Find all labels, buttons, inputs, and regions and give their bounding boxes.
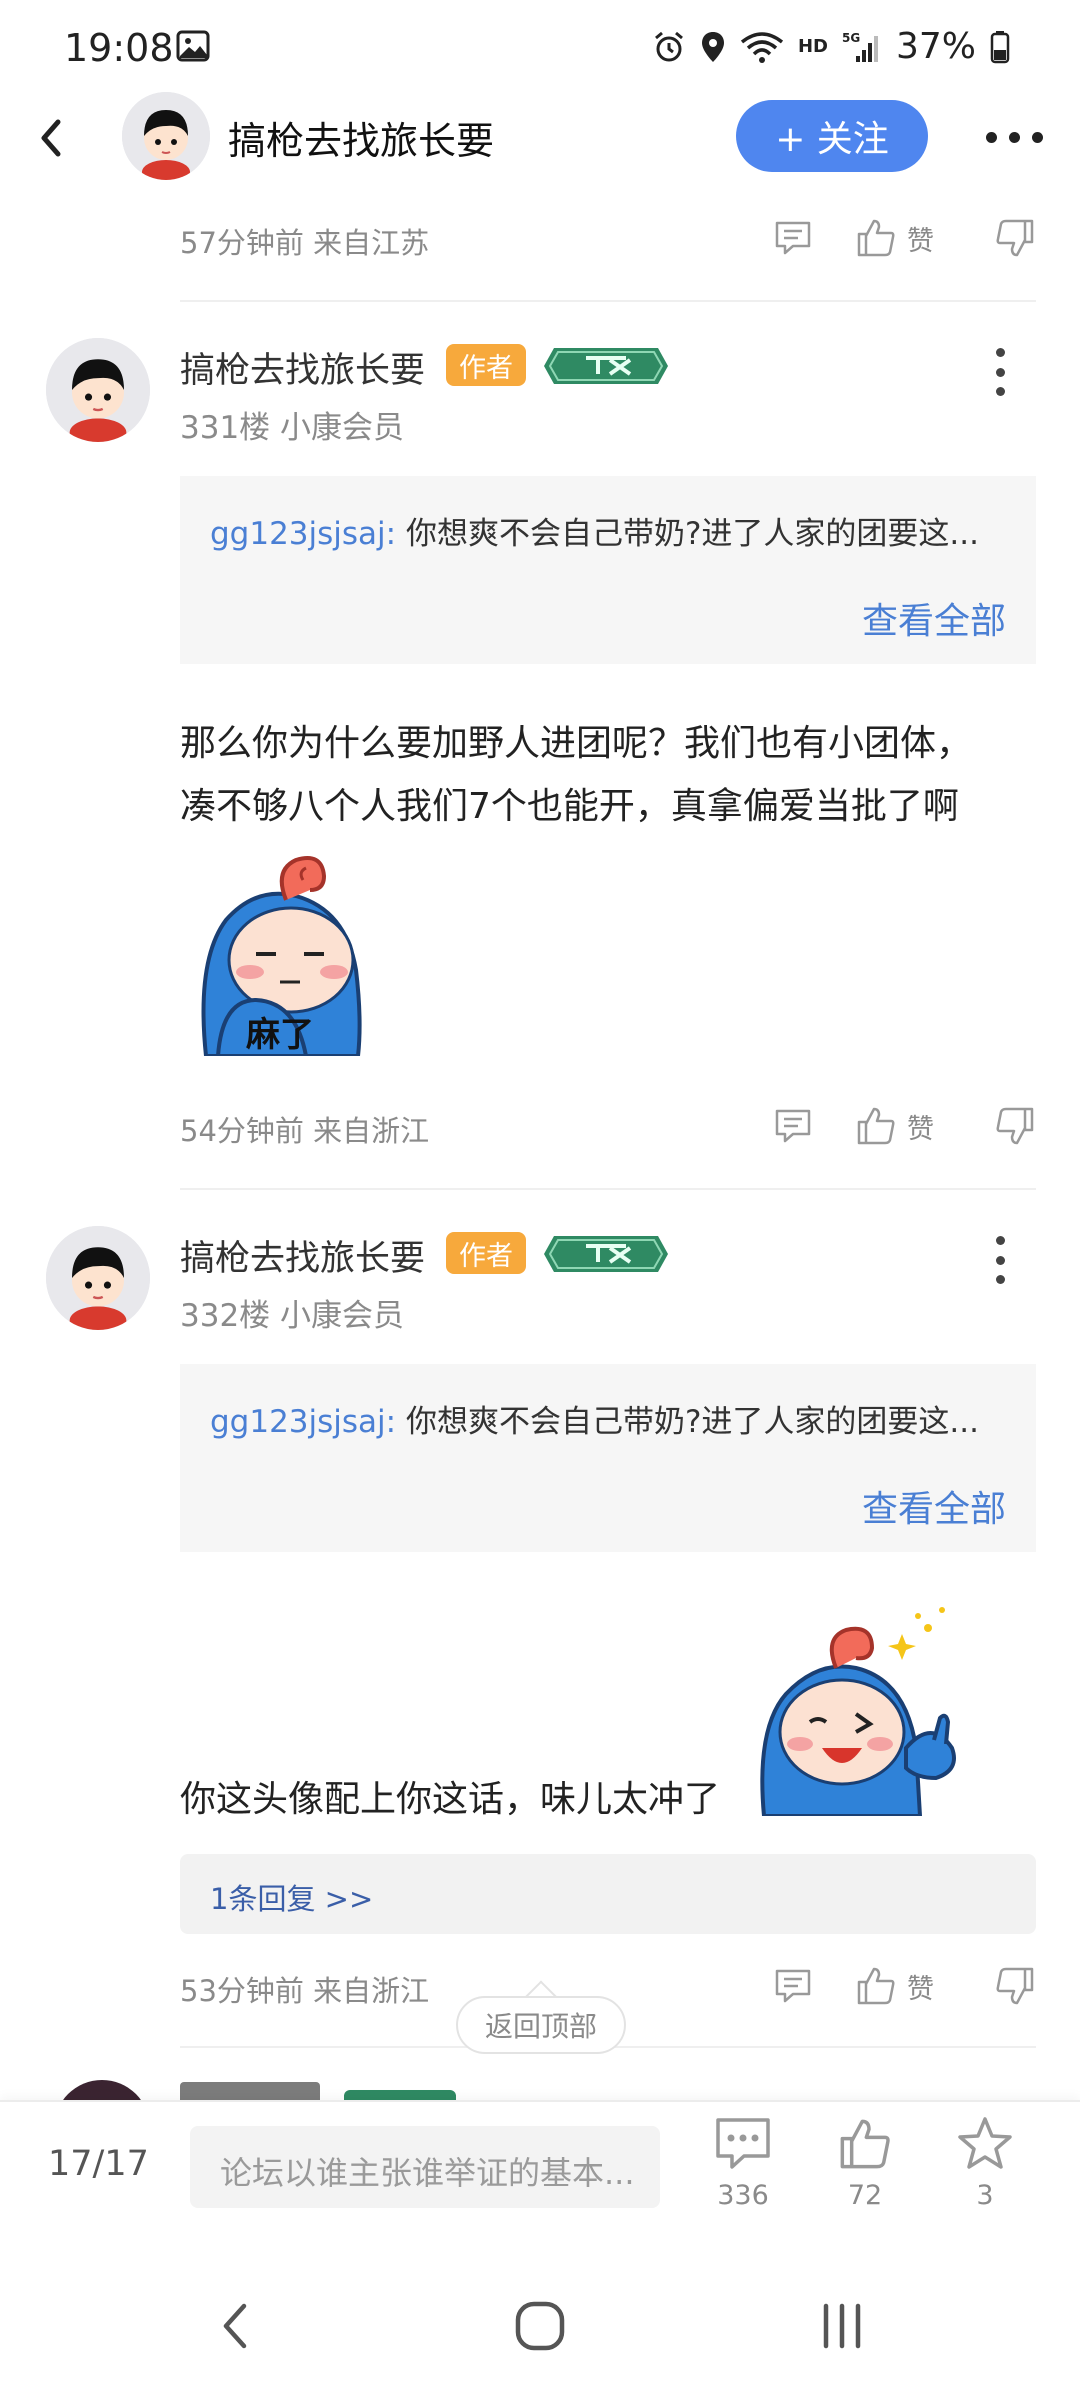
- user-avatar[interactable]: [46, 1226, 150, 1330]
- post-divider: [180, 1188, 1036, 1190]
- status-time: 19:08: [64, 26, 174, 70]
- comment-icon: [775, 1109, 811, 1143]
- reply-button[interactable]: [773, 1966, 813, 2006]
- comment-icon: [775, 1969, 811, 2003]
- kebab-icon[interactable]: [988, 344, 1012, 400]
- floor-info: 332楼 小康会员: [180, 1298, 405, 1334]
- post-time-location: 54分钟前 来自浙江: [180, 1114, 430, 1148]
- floor-info: 331楼 小康会员: [180, 410, 405, 446]
- top-nav: 搞枪去找旅长要 + 关注: [0, 92, 1080, 180]
- system-home-icon[interactable]: [508, 2294, 572, 2358]
- star-icon: [958, 2117, 1012, 2169]
- view-all-link[interactable]: 查看全部: [862, 1480, 1006, 1532]
- nav-avatar[interactable]: [122, 92, 210, 180]
- reply-button[interactable]: [773, 1106, 813, 1146]
- quote-line: gg123jsjsaj: 你想爽不会自己带奶?进了人家的团要这...: [210, 1396, 1010, 1441]
- post-meta-row: 54分钟前 来自浙江 赞: [180, 1096, 1036, 1156]
- level-badge-icon: [544, 1236, 668, 1272]
- dislike-button[interactable]: [994, 217, 1036, 259]
- svg-text:5G: 5G: [842, 31, 860, 45]
- quote-box[interactable]: gg123jsjsaj: 你想爽不会自己带奶?进了人家的团要这... 查看全部: [180, 1364, 1036, 1552]
- like-button[interactable]: 赞: [855, 1965, 934, 2007]
- user-avatar[interactable]: [46, 338, 150, 442]
- quote-username[interactable]: gg123jsjsaj:: [210, 516, 396, 552]
- dislike-button[interactable]: [994, 1105, 1036, 1147]
- thumbs-down-icon: [996, 1107, 1034, 1145]
- comment-icon: [716, 2118, 770, 2169]
- follow-button[interactable]: + 关注: [736, 100, 928, 172]
- post-divider: [180, 300, 1036, 302]
- page-indicator[interactable]: 17/17: [48, 2144, 149, 2184]
- battery-icon: [990, 30, 1010, 63]
- comments-button[interactable]: 336: [698, 2116, 788, 2236]
- like-label: 赞: [907, 225, 934, 257]
- status-icons: HD 5G 37%: [652, 26, 1010, 67]
- quote-text: 你想爽不会自己带奶?进了人家的团要这...: [396, 1404, 979, 1440]
- favorite-button[interactable]: 3: [940, 2116, 1030, 2236]
- comment-icon: [775, 221, 811, 255]
- bottom-action-bar: 17/17 论坛以谁主张谁举证的基本... 336 72 3: [0, 2100, 1080, 2250]
- like-button[interactable]: 赞: [855, 217, 934, 259]
- like-button[interactable]: 赞: [855, 1105, 934, 1147]
- username[interactable]: 搞枪去找旅长要: [180, 342, 425, 393]
- author-badge: 作者: [446, 1232, 526, 1274]
- avatar-illustration: [122, 92, 210, 180]
- avatar-illustration: [46, 338, 150, 442]
- like-post-button[interactable]: 72: [820, 2116, 910, 2236]
- post-body: 那么你为什么要加野人进团呢？我们也有小团体， 凑不够八个人我们7个也能开，真拿偏…: [180, 712, 1040, 838]
- post-body: 你这头像配上你这话，味儿太冲了: [180, 1779, 721, 1820]
- replies-count: 1条回复 >>: [210, 1882, 374, 1916]
- post-body-line: 凑不够八个人我们7个也能开，真拿偏爱当批了啊: [180, 786, 959, 827]
- post-time-location: 53分钟前 来自浙江: [180, 1974, 430, 2008]
- author-badge: 作者: [446, 344, 526, 386]
- comment-input[interactable]: 论坛以谁主张谁举证的基本...: [190, 2126, 660, 2208]
- post-time-location: 57分钟前 来自江苏: [180, 226, 430, 260]
- comment-input-placeholder: 论坛以谁主张谁举证的基本...: [220, 2154, 635, 2192]
- sticker-image[interactable]: 麻了: [186, 850, 376, 1056]
- username[interactable]: 搞枪去找旅长要: [180, 1230, 425, 1281]
- hd-indicator: HD: [797, 36, 828, 57]
- thumbs-up-icon: [857, 1967, 895, 2005]
- status-bar: 19:08 HD 5G 37%: [0, 0, 1080, 96]
- thumbs-up-icon: [857, 219, 895, 257]
- sticker-image[interactable]: [756, 1598, 976, 1816]
- kebab-icon[interactable]: [988, 1232, 1012, 1288]
- view-all-link[interactable]: 查看全部: [862, 592, 1006, 644]
- favorites-count: 3: [976, 2180, 994, 2211]
- location-icon: [701, 31, 724, 62]
- quote-line: gg123jsjsaj: 你想爽不会自己带奶?进了人家的团要这...: [210, 508, 1010, 553]
- system-recents-icon[interactable]: [810, 2294, 874, 2358]
- thumbs-down-icon: [996, 219, 1034, 257]
- back-to-top-button[interactable]: 返回顶部: [456, 1996, 626, 2054]
- avatar-illustration: [46, 1226, 150, 1330]
- alarm-icon: [655, 31, 683, 61]
- quote-text: 你想爽不会自己带奶?进了人家的团要这...: [396, 516, 979, 552]
- system-back-icon[interactable]: [204, 2294, 268, 2358]
- back-arrow-icon[interactable]: [28, 110, 74, 166]
- post-meta-row: 57分钟前 来自江苏 赞: [180, 208, 1036, 268]
- post-body-line: 那么你为什么要加野人进团呢？我们也有小团体，: [180, 723, 973, 764]
- comments-count: 336: [717, 2180, 769, 2211]
- system-nav-bar: [0, 2250, 1080, 2400]
- thumbs-up-icon: [857, 1107, 895, 1145]
- level-badge-icon: [544, 348, 668, 384]
- thumbs-up-icon: [840, 2119, 890, 2169]
- likes-count: 72: [847, 2180, 883, 2211]
- thumbs-down-icon: [996, 1967, 1034, 2005]
- battery-percent: 37%: [895, 26, 976, 67]
- like-label: 赞: [907, 1973, 934, 2005]
- reply-button[interactable]: [773, 218, 813, 258]
- gallery-icon: [176, 30, 210, 62]
- wifi-icon: [740, 31, 784, 63]
- nav-title: 搞枪去找旅长要: [228, 119, 495, 163]
- replies-link[interactable]: 1条回复 >>: [180, 1854, 1036, 1934]
- like-label: 赞: [907, 1113, 934, 1145]
- sticker-caption: 麻了: [246, 1015, 314, 1055]
- dislike-button[interactable]: [994, 1965, 1036, 2007]
- more-icon[interactable]: [986, 122, 1056, 152]
- signal-icon: 5G: [842, 31, 878, 62]
- quote-box[interactable]: gg123jsjsaj: 你想爽不会自己带奶?进了人家的团要这... 查看全部: [180, 476, 1036, 664]
- quote-username[interactable]: gg123jsjsaj:: [210, 1404, 396, 1440]
